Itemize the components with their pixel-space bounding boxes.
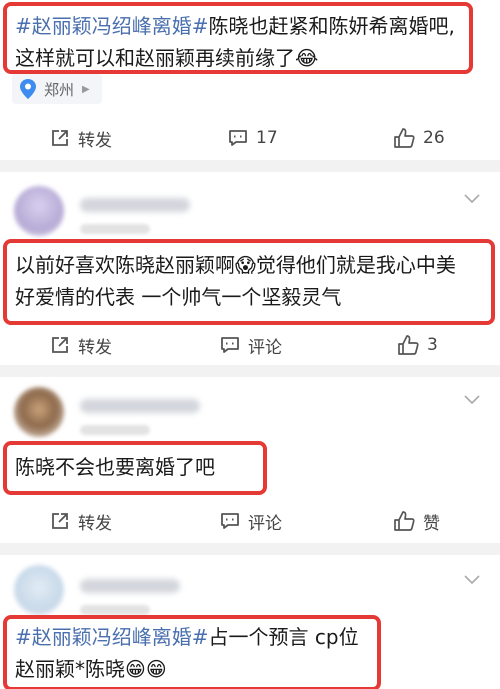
- topic-link[interactable]: #赵丽颖冯绍峰离婚#: [15, 14, 209, 38]
- avatar[interactable]: [14, 565, 64, 615]
- user-row: [0, 385, 500, 445]
- like-icon: [397, 335, 419, 355]
- chevron-right-icon: ▶: [82, 83, 90, 95]
- blurred-username[interactable]: [80, 579, 180, 593]
- separator: [0, 365, 500, 377]
- separator: [0, 160, 500, 172]
- comment-icon: [220, 511, 240, 531]
- avatar[interactable]: [14, 186, 64, 236]
- blurred-timestamp: [80, 425, 150, 435]
- repost-button[interactable]: 转发: [50, 126, 112, 151]
- weibo-post: #赵丽颖冯绍峰离婚#陈晓也赶紧和陈妍希离婚吧, 这样就可以和赵丽颖再续前缘了😂 …: [0, 0, 500, 160]
- action-bar: 转发 评论 3: [0, 325, 500, 365]
- chevron-down-icon[interactable]: [464, 194, 480, 204]
- user-row: [0, 563, 500, 623]
- comment-button[interactable]: 17: [228, 128, 278, 148]
- comment-text: #赵丽颖冯绍峰离婚#占一个预言 cp位 赵丽颖*陈晓😁😁: [3, 615, 381, 689]
- comment-card: #赵丽颖冯绍峰离婚#占一个预言 cp位 赵丽颖*陈晓😁😁: [0, 555, 500, 689]
- share-icon: [50, 128, 70, 148]
- comment-button[interactable]: 评论: [220, 333, 282, 358]
- comment-text: 陈晓不会也要离婚了吧: [3, 441, 267, 495]
- like-button[interactable]: 3: [397, 335, 438, 355]
- screaming-emoji: 😱: [235, 253, 256, 277]
- topic-link[interactable]: #赵丽颖冯绍峰离婚#: [15, 625, 209, 649]
- grinning-emoji: 😁😁: [125, 657, 167, 681]
- separator: [0, 543, 500, 555]
- location-tag[interactable]: 郑州 ▶: [12, 74, 102, 104]
- comment-card: 陈晓不会也要离婚了吧 转发 评论 赞: [0, 377, 500, 543]
- post-text: #赵丽颖冯绍峰离婚#陈晓也赶紧和陈妍希离婚吧, 这样就可以和赵丽颖再续前缘了😂: [3, 2, 473, 74]
- blurred-timestamp: [80, 224, 150, 234]
- laughing-emoji: 😂: [295, 46, 319, 70]
- location-label: 郑州: [44, 80, 75, 99]
- comment-icon: [220, 335, 240, 355]
- comment-card: 以前好喜欢陈晓赵丽颖啊😱觉得他们就是我心中美 好爱情的代表 一个帅气一个坚毅灵气…: [0, 172, 500, 365]
- like-icon: [393, 511, 415, 531]
- action-bar: 转发 评论 赞: [0, 501, 500, 541]
- share-icon: [50, 335, 70, 355]
- action-bar: 转发 17 26: [0, 118, 500, 158]
- chevron-down-icon[interactable]: [464, 395, 480, 405]
- repost-button[interactable]: 转发: [50, 333, 112, 358]
- avatar[interactable]: [14, 387, 64, 437]
- like-button[interactable]: 赞: [393, 509, 440, 534]
- comment-icon: [228, 128, 248, 148]
- share-icon: [50, 511, 70, 531]
- like-button[interactable]: 26: [393, 128, 445, 148]
- location-pin-icon: [20, 79, 36, 99]
- user-row: [0, 184, 500, 244]
- like-icon: [393, 128, 415, 148]
- comment-text: 以前好喜欢陈晓赵丽颖啊😱觉得他们就是我心中美 好爱情的代表 一个帅气一个坚毅灵气: [3, 239, 495, 325]
- comment-button[interactable]: 评论: [220, 509, 282, 534]
- blurred-username[interactable]: [80, 399, 200, 413]
- repost-button[interactable]: 转发: [50, 509, 112, 534]
- blurred-username[interactable]: [80, 198, 190, 212]
- blurred-timestamp: [80, 605, 150, 615]
- chevron-down-icon[interactable]: [464, 575, 480, 585]
